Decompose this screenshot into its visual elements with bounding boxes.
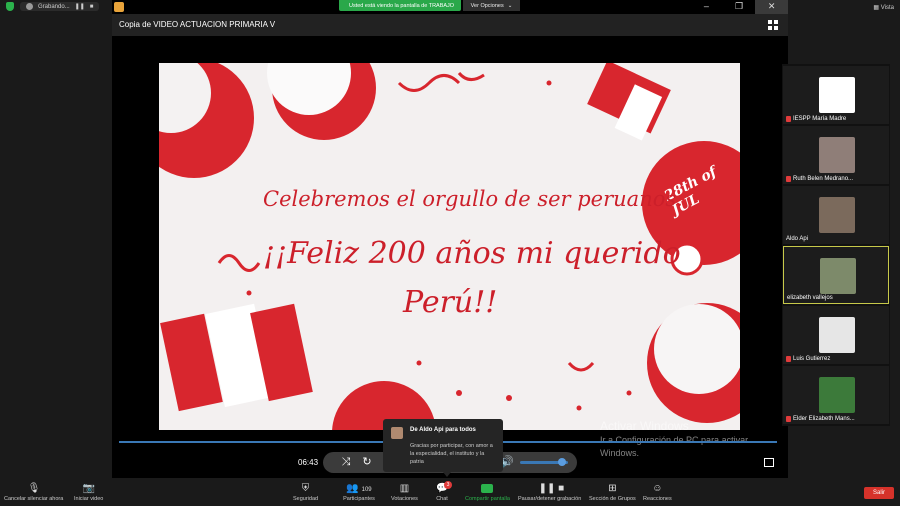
recording-indicator: Grabando... ❚❚ ■ bbox=[6, 2, 100, 11]
avatar bbox=[819, 377, 855, 413]
shield-icon[interactable] bbox=[6, 2, 14, 11]
microphone-muted-icon bbox=[786, 116, 791, 122]
view-options-button[interactable]: Ver Opciones ⌄ bbox=[463, 0, 520, 11]
media-player-app-icon bbox=[114, 2, 124, 12]
participant-name: IESPP María Madre bbox=[786, 116, 846, 122]
view-label: Vista bbox=[880, 5, 894, 11]
playback-time: 06:43 bbox=[298, 458, 319, 467]
recording-label: Grabando... bbox=[38, 3, 70, 10]
breakout-rooms-label: Sección de Grupos bbox=[589, 496, 636, 502]
repeat-icon[interactable]: ↻ bbox=[361, 456, 373, 468]
participant-name: Ruth Belen Medrano... bbox=[786, 176, 853, 182]
chat-label: Chat bbox=[436, 496, 448, 502]
chat-unread-badge: 3 bbox=[444, 481, 452, 489]
slide-line-3: Perú!! bbox=[403, 285, 498, 320]
shuffle-icon[interactable]: ⤨ bbox=[340, 456, 352, 468]
minimize-button[interactable]: – bbox=[690, 0, 723, 14]
polls-label: Votaciones bbox=[391, 496, 418, 502]
stop-icon[interactable]: ■ bbox=[90, 4, 94, 10]
chevron-down-icon: ⌄ bbox=[507, 2, 513, 9]
smile-icon: ☺ bbox=[652, 483, 663, 494]
avatar bbox=[820, 258, 856, 294]
microphone-muted-icon: 🎙 bbox=[27, 483, 41, 494]
participants-count: 109 bbox=[361, 487, 372, 493]
view-options-label: Ver Opciones bbox=[470, 2, 504, 9]
participant-tile[interactable]: elizabeth vallejos bbox=[783, 246, 889, 304]
participant-name: Luis Gutierrez bbox=[786, 356, 830, 362]
record-button[interactable]: ❚❚ ■ Pausar/detener grabación bbox=[518, 483, 581, 502]
bar-chart-icon: ▥ bbox=[399, 483, 410, 494]
fullscreen-icon[interactable] bbox=[764, 458, 774, 467]
share-banner-text: Usted está viendo la pantalla de TRABAJO bbox=[349, 2, 455, 9]
reactions-label: Reacciones bbox=[643, 496, 672, 502]
participant-name: Aldo Api bbox=[786, 236, 808, 242]
share-screen-label: Compartir pantalla bbox=[465, 496, 510, 502]
participant-tile[interactable]: Aldo Api bbox=[783, 186, 889, 244]
avatar bbox=[819, 77, 855, 113]
participant-name-text: Elder Elizabeth Mans... bbox=[793, 416, 855, 422]
activate-windows-subtitle: Ir a Configuración de PC para activar Wi… bbox=[600, 435, 749, 458]
security-label: Seguridad bbox=[293, 496, 319, 502]
participant-tile[interactable]: Luis Gutierrez bbox=[783, 306, 889, 364]
participant-name-text: Aldo Api bbox=[786, 236, 809, 242]
camera-off-icon: 📷 bbox=[82, 483, 96, 494]
start-video-label: Iniciar video bbox=[74, 496, 104, 502]
reactions-button[interactable]: ☺ Reacciones bbox=[643, 483, 672, 502]
participant-tile[interactable]: Ruth Belen Medrano... bbox=[783, 126, 889, 184]
window-controls: – ❐ ✕ bbox=[690, 0, 789, 14]
maximize-button[interactable]: ❐ bbox=[723, 0, 756, 14]
participant-name: Elder Elizabeth Mans... bbox=[786, 416, 855, 422]
participant-name: elizabeth vallejos bbox=[787, 295, 833, 301]
participant-name-text: Ruth Belen Medrano... bbox=[793, 176, 854, 182]
pause-icon[interactable]: ❚❚ bbox=[75, 3, 85, 10]
microphone-muted-icon bbox=[786, 416, 791, 422]
chat-message: Gracias por participar, con amor a la es… bbox=[410, 443, 493, 465]
microphone-muted-icon bbox=[786, 176, 791, 182]
participant-tile[interactable]: Elder Elizabeth Mans... bbox=[783, 366, 889, 424]
security-button[interactable]: ⛨ Seguridad bbox=[293, 483, 318, 502]
record-dot-icon bbox=[26, 3, 33, 10]
layout-icon[interactable] bbox=[768, 20, 780, 30]
avatar bbox=[391, 427, 403, 439]
participants-icon: 👥 109 bbox=[346, 483, 372, 494]
chat-sender: De Aldo Api para todos bbox=[410, 427, 476, 433]
microphone-muted-icon bbox=[786, 356, 791, 362]
avatar bbox=[819, 197, 855, 233]
slide-line-2: ¡¡Feliz 200 años mi querido bbox=[263, 236, 681, 271]
slide-line-1: Celebremos el orgullo de ser peruanos. bbox=[263, 187, 683, 211]
video-slide: 28th of JUL Celebremos el orgullo de ser… bbox=[159, 63, 740, 430]
participant-tile[interactable]: IESPP María Madre bbox=[783, 66, 889, 124]
close-button[interactable]: ✕ bbox=[755, 0, 789, 14]
shield-icon: ⛨ bbox=[301, 483, 310, 494]
polls-button[interactable]: ▥ Votaciones bbox=[391, 483, 418, 502]
breakout-rooms-button[interactable]: ⊞ Sección de Grupos bbox=[589, 483, 636, 502]
volume-knob[interactable] bbox=[558, 458, 566, 466]
participant-name-text: elizabeth vallejos bbox=[787, 295, 833, 301]
share-banner: Usted está viendo la pantalla de TRABAJO bbox=[339, 0, 461, 11]
activate-windows-title: Activar Windows bbox=[600, 419, 689, 433]
participants-button[interactable]: 👥 109 Participantes bbox=[339, 483, 379, 502]
participants-label: Participantes bbox=[343, 496, 375, 502]
start-video-button[interactable]: 📷 Iniciar video bbox=[74, 483, 103, 502]
leave-button[interactable]: Salir bbox=[864, 487, 894, 499]
record-label: Pausar/detener grabación bbox=[518, 496, 582, 502]
grid-view-icon: ▦ bbox=[873, 5, 880, 11]
breakout-rooms-icon: ⊞ bbox=[608, 483, 617, 494]
pause-stop-icon: ❚❚ ■ bbox=[538, 483, 565, 494]
participant-name-text: Luis Gutierrez bbox=[793, 356, 831, 362]
avatar bbox=[819, 317, 855, 353]
participant-name-text: IESPP María Madre bbox=[793, 116, 847, 122]
unmute-button[interactable]: 🎙 Cancelar silenciar ahora bbox=[4, 483, 63, 502]
view-button[interactable]: ▦ Vista bbox=[873, 4, 894, 11]
recording-pill[interactable]: Grabando... ❚❚ ■ bbox=[20, 2, 100, 11]
chat-notification[interactable]: De Aldo Api para todos Gracias por parti… bbox=[383, 419, 503, 472]
unmute-label: Cancelar silenciar ahora bbox=[4, 496, 64, 502]
video-window-title: Copia de VIDEO ACTUACION PRIMARIA V bbox=[119, 20, 276, 29]
video-window-titlebar: Copia de VIDEO ACTUACION PRIMARIA V bbox=[112, 14, 788, 36]
avatar bbox=[819, 137, 855, 173]
share-screen-icon bbox=[481, 484, 494, 493]
share-screen-button[interactable]: Compartir pantalla bbox=[465, 483, 510, 502]
